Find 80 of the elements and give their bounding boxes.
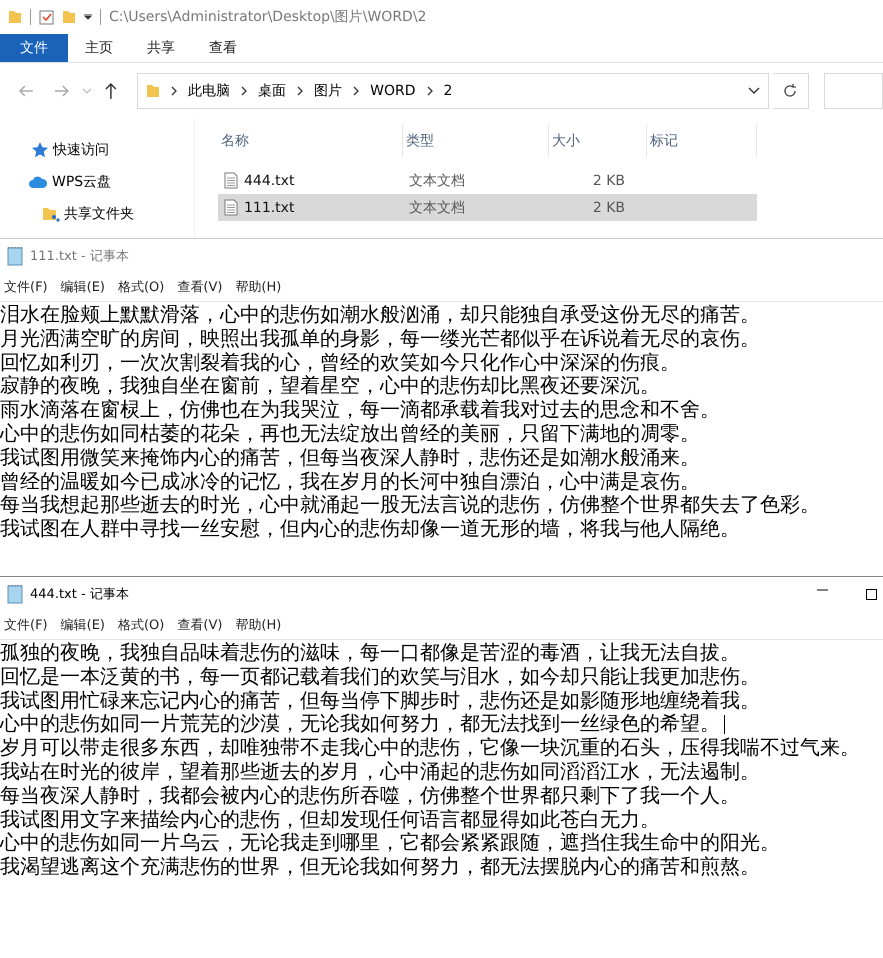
- menu-item[interactable]: 编辑(E): [60, 278, 105, 296]
- chevron-right-icon: [352, 86, 360, 96]
- menu-item[interactable]: 格式(O): [118, 616, 164, 634]
- window-title: C:\Users\Administrator\Desktop\图片\WORD\2: [109, 8, 426, 26]
- chevron-right-icon: [426, 86, 434, 96]
- shared-folder-icon: [42, 206, 60, 222]
- chevron-right-icon: [170, 86, 178, 96]
- dropdown-icon[interactable]: [84, 14, 92, 20]
- text-line: 我试图在人群中寻找一丝安慰，但内心的悲伤却像一道无形的墙，将我与他人隔绝。: [0, 517, 740, 541]
- text-line: 寂静的夜晚，我独自坐在窗前，望着星空，心中的悲伤却比黑夜还要深沉。: [0, 374, 660, 398]
- ribbon-tab[interactable]: 主页: [68, 34, 130, 62]
- address-bar[interactable]: 此电脑 桌面 图片 WORD 2: [137, 73, 770, 109]
- star-icon: [31, 141, 49, 159]
- refresh-icon: [782, 83, 798, 99]
- column-header[interactable]: 大小: [549, 125, 647, 157]
- notepad-icon: [6, 246, 24, 266]
- checkbox-icon[interactable]: [39, 10, 54, 24]
- menu-item[interactable]: 帮助(H): [235, 278, 282, 296]
- file-name: 444.txt: [244, 172, 294, 188]
- notepad-icon: [6, 584, 24, 604]
- breadcrumb-item[interactable]: 桌面: [258, 82, 286, 100]
- breadcrumb-item[interactable]: 此电脑: [188, 82, 230, 100]
- text-line: 我试图用微笑来掩饰内心的痛苦，但每当夜深人静时，悲伤还是如潮水般涌来。: [0, 446, 700, 470]
- text-line: 我渴望逃离这个充满悲伤的世界，但无论我如何努力，都无法摆脱内心的痛苦和煎熬。: [0, 855, 760, 879]
- text-line: 曾经的温暖如今已成冰冷的记忆，我在岁月的长河中独自漂泊，心中满是哀伤。: [0, 470, 700, 494]
- text-line: 每当夜深人静时，我都会被内心的悲伤所吞噬，仿佛整个世界都只剩下了我一个人。: [0, 784, 740, 808]
- text-line: 回忆如利刃，一次次割裂着我的心，曾经的欢笑如今只化作心中深深的伤痕。: [0, 350, 680, 374]
- menu-item[interactable]: 查看(V): [177, 278, 222, 296]
- maximize-icon[interactable]: [866, 588, 877, 600]
- text-file-icon: [224, 172, 238, 189]
- column-header[interactable]: 类型: [403, 125, 549, 157]
- text-line: 我试图用文字来描绘内心的悲伤，但却发现任何语言都显得如此苍白无力。: [0, 808, 660, 832]
- column-header[interactable]: 标记: [647, 125, 757, 157]
- ribbon-tab[interactable]: 共享: [130, 34, 192, 62]
- menu-item[interactable]: 编辑(E): [60, 616, 105, 634]
- breadcrumb-item[interactable]: 2: [444, 83, 452, 99]
- text-line: 心中的悲伤如同一片乌云，无论我走到哪里，它都会紧紧跟随，遮挡住我生命中的阳光。: [0, 831, 780, 856]
- folder-icon: [146, 83, 160, 99]
- chevron-right-icon: [296, 86, 304, 96]
- chevron-down-icon[interactable]: [748, 87, 760, 95]
- menu-item[interactable]: 格式(O): [118, 278, 164, 296]
- text-line: 孤独的夜晚，我独自品味着悲伤的滋味，每一口都像是苦涩的毒酒，让我无法自拔。: [0, 641, 740, 665]
- ribbon-tab[interactable]: 查看: [192, 34, 254, 62]
- minimize-icon[interactable]: [817, 588, 828, 590]
- file-type: 文本文档: [409, 172, 465, 190]
- text-line: 我站在时光的彼岸，望着那些逝去的岁月，心中涌起的悲伤如同滔滔江水，无法遏制。: [0, 760, 760, 784]
- ribbon-tab[interactable]: 文件: [0, 34, 68, 62]
- cloud-icon: [28, 175, 48, 189]
- breadcrumb-item[interactable]: WORD: [370, 83, 416, 99]
- text-line: 岁月可以带走很多东西，却唯独带不走我心中的悲伤，它像一块沉重的石头，压得我喘不过气来。: [0, 736, 860, 760]
- text-line: 月光洒满空旷的房间，映照出我孤单的身影，每一缕光芒都似乎在诉说着无尽的哀伤。: [0, 326, 760, 351]
- text-cursor: [724, 714, 725, 734]
- menu-item[interactable]: 文件(F): [4, 278, 48, 296]
- file-row[interactable]: 444.txt 文本文档 2 KB: [218, 167, 757, 194]
- file-name: 111.txt: [244, 200, 294, 216]
- file-row[interactable]: 111.txt 文本文档 2 KB: [218, 194, 757, 221]
- nav-item[interactable]: 快速访问: [53, 141, 109, 159]
- text-line: 心中的悲伤如同一片荒芜的沙漠，无论我如何努力，都无法找到一丝绿色的希望。: [0, 712, 720, 736]
- refresh-button[interactable]: [773, 73, 809, 109]
- text-file-icon: [224, 199, 238, 216]
- window-title: 444.txt - 记事本: [30, 586, 129, 603]
- column-header[interactable]: 名称: [218, 125, 403, 157]
- text-line: 每当我想起那些逝去的时光，心中就涌起一股无法言说的悲伤，仿佛整个世界都失去了色彩。: [0, 493, 820, 518]
- nav-item[interactable]: 共享文件夹: [64, 205, 134, 223]
- text-line: 我试图用忙碌来忘记内心的痛苦，但每当停下脚步时，悲伤还是如影随形地缠绕着我。: [0, 688, 760, 712]
- window-title: 111.txt - 记事本: [30, 248, 129, 265]
- breadcrumb-item[interactable]: 图片: [314, 82, 342, 100]
- menu-item[interactable]: 帮助(H): [235, 616, 282, 634]
- text-line: 心中的悲伤如同枯萎的花朵，再也无法绽放出曾经的美丽，只留下满地的凋零。: [0, 422, 700, 446]
- file-size: 2 KB: [592, 172, 625, 188]
- text-line: 回忆是一本泛黄的书，每一页都记载着我们的欢笑与泪水，如今却只能让我更加悲伤。: [0, 664, 760, 689]
- menu-item[interactable]: 文件(F): [4, 616, 48, 634]
- file-type: 文本文档: [409, 198, 465, 216]
- file-size: 2 KB: [592, 200, 625, 216]
- menu-item[interactable]: 查看(V): [177, 616, 222, 634]
- nav-item[interactable]: WPS云盘: [52, 173, 112, 191]
- chevron-right-icon: [240, 86, 248, 96]
- text-line: 泪水在脸颊上默默滑落，心中的悲伤如潮水般汹涌，却只能独自承受这份无尽的痛苦。: [0, 303, 760, 327]
- text-line: 雨水滴落在窗棂上，仿佛也在为我哭泣，每一滴都承载着我对过去的思念和不舍。: [0, 398, 720, 422]
- search-field[interactable]: [824, 73, 883, 109]
